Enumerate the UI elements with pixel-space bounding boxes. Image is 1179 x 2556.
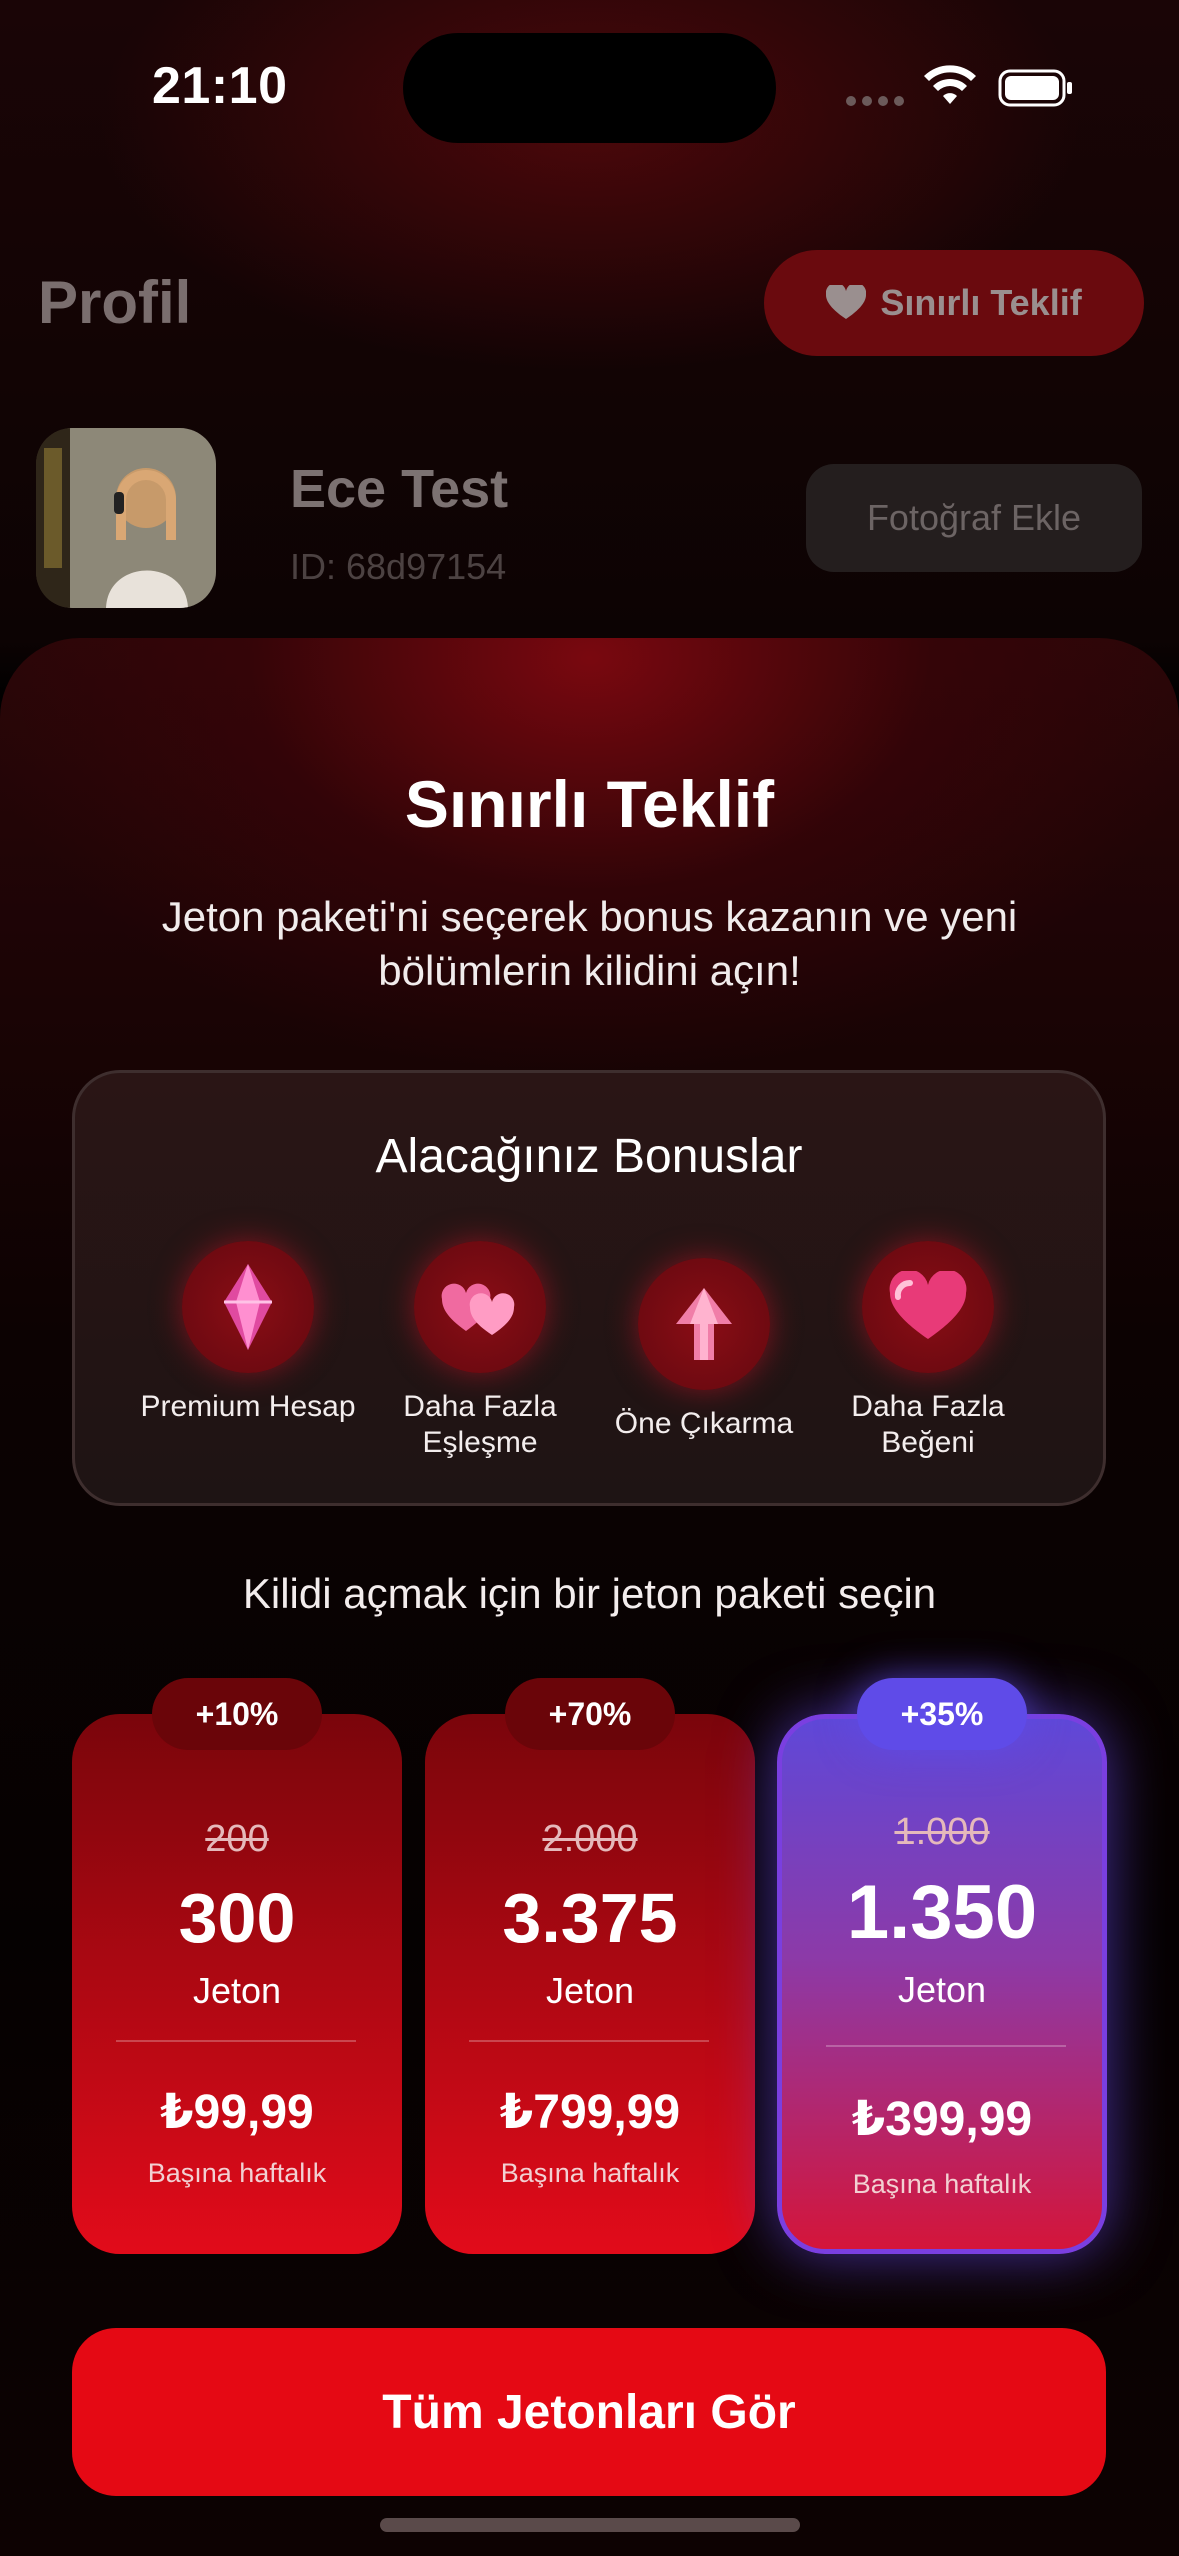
bonus-badge: +35% — [857, 1678, 1027, 1750]
package-card-300[interactable]: 200 300 Jeton ₺99,99 Başına haftalık — [72, 1714, 402, 2254]
sheet-title: Sınırlı Teklif — [404, 767, 775, 841]
package-card-3375[interactable]: 2.000 3.375 Jeton ₺799,99 Başına haftalı… — [425, 1714, 755, 2254]
divider — [826, 2045, 1066, 2047]
sheet-subtitle: Jeton paketi'ni seçerek bonus kazanın ve… — [161, 893, 1018, 994]
user-id: ID: 68d97154 — [290, 546, 507, 587]
avatar[interactable] — [36, 428, 216, 608]
token-amount: 1.350 — [846, 1870, 1038, 1955]
token-unit: Jeton — [897, 1969, 987, 2010]
old-amount: 200 — [205, 1818, 269, 1860]
token-amount: 300 — [178, 1879, 296, 1957]
bonus-label: Daha Fazla Eşleşme — [403, 1390, 557, 1459]
price-period: Başına haftalık — [852, 2169, 1032, 2199]
battery-icon — [998, 69, 1072, 107]
bonus-boost: Öne Çıkarma — [594, 1258, 814, 1442]
see-all-tokens-button[interactable]: Tüm Jetonları Gör — [72, 2328, 1106, 2496]
divider — [116, 2040, 356, 2042]
package-card-1350-selected[interactable]: 1.000 1.350 Jeton ₺399,99 Başına haftalı… — [777, 1714, 1107, 2254]
dynamic-island — [403, 33, 776, 143]
divider — [469, 2040, 709, 2042]
package-price: ₺99,99 — [160, 2086, 314, 2139]
old-amount: 2.000 — [542, 1818, 638, 1860]
heart-icon — [889, 1271, 967, 1339]
package-price: ₺399,99 — [851, 2093, 1033, 2146]
bonus-premium: Premium Hesap — [138, 1241, 358, 1425]
bonus-badge: +10% — [152, 1678, 322, 1750]
add-photo-button[interactable]: Fotoğraf Ekle — [806, 464, 1142, 572]
bonus-label: Daha Fazla Beğeni — [851, 1390, 1005, 1459]
limited-offer-sheet: Sınırlı Teklif Jeton paketi'ni seçerek b… — [0, 638, 1179, 2556]
bonus-label: Premium Hesap — [140, 1390, 356, 1423]
user-name: Ece Test — [290, 459, 509, 519]
page-title: Profil — [38, 269, 192, 336]
price-period: Başına haftalık — [147, 2158, 327, 2188]
hearts-icon — [441, 1283, 515, 1335]
status-time: 21:10 — [152, 57, 288, 115]
old-amount: 1.000 — [894, 1811, 990, 1853]
choose-package-text: Kilidi açmak için bir jeton paketi seçin — [242, 1570, 937, 1617]
bonus-likes: Daha Fazla Beğeni — [818, 1241, 1038, 1461]
bonus-panel: Alacağınız Bonuslar Premium Hesap Daha F… — [72, 1070, 1106, 1506]
limited-offer-label: Sınırlı Teklif — [880, 282, 1082, 323]
arrow-up-icon — [676, 1288, 732, 1360]
token-unit: Jeton — [192, 1970, 282, 2011]
bonus-title: Alacağınız Bonuslar — [375, 1130, 803, 1183]
heart-icon — [826, 285, 867, 319]
token-unit: Jeton — [545, 1970, 635, 2011]
bonus-matches: Daha Fazla Eşleşme — [370, 1241, 590, 1461]
package-price: ₺799,99 — [499, 2086, 681, 2139]
avatar-photo — [36, 428, 188, 608]
bonus-badge: +70% — [505, 1678, 675, 1750]
bonus-label: Öne Çıkarma — [614, 1407, 794, 1440]
diamond-icon — [224, 1264, 272, 1350]
token-amount: 3.375 — [502, 1879, 678, 1957]
price-period: Başına haftalık — [500, 2158, 680, 2188]
home-indicator[interactable] — [380, 2518, 800, 2532]
cellular-signal-icon — [846, 96, 904, 106]
limited-offer-button[interactable]: Sınırlı Teklif — [764, 250, 1144, 356]
wifi-icon — [924, 65, 976, 104]
